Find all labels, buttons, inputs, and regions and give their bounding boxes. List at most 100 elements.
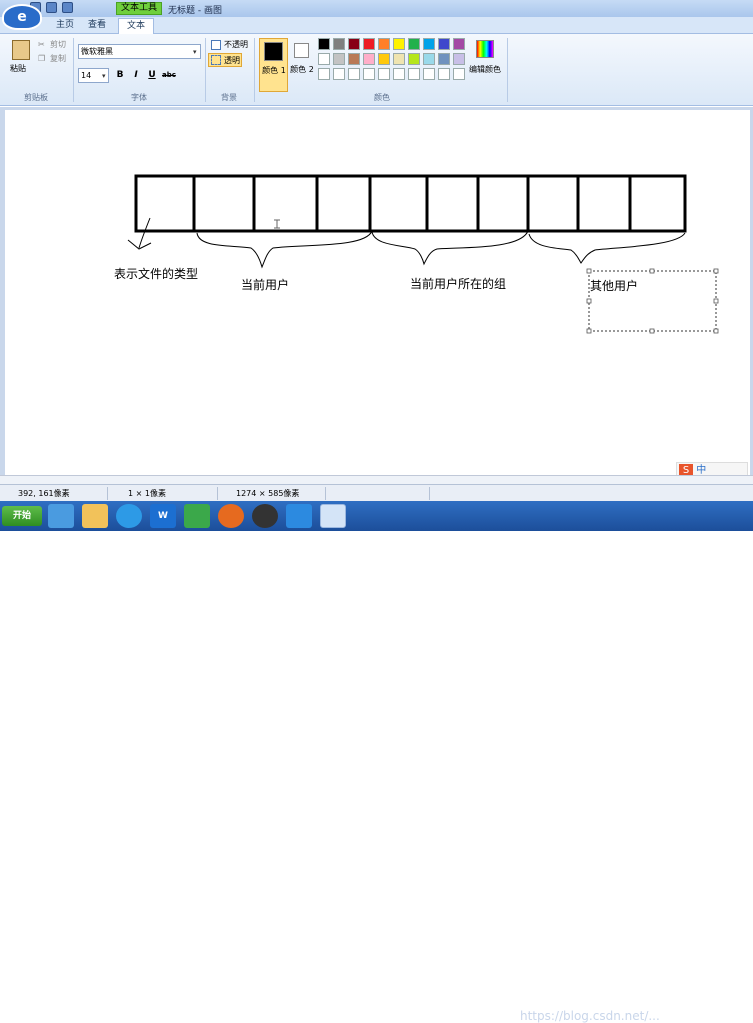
paste-button[interactable]: 粘贴 — [10, 64, 26, 74]
drawing-canvas[interactable]: 表示文件的类型 当前用户 当前用户所在的组 其他用户 — [5, 110, 750, 475]
chevron-down-icon: ▾ — [193, 48, 197, 56]
color-swatch[interactable] — [378, 53, 390, 65]
label-owner: 当前用户 — [241, 278, 290, 292]
clipboard-group-label: 剪贴板 — [24, 93, 48, 102]
group-brace — [371, 230, 529, 266]
opaque-icon — [211, 40, 221, 50]
paint-icon[interactable] — [320, 504, 346, 528]
separator — [205, 38, 206, 102]
color1-swatch — [264, 42, 283, 61]
color-swatch[interactable] — [393, 68, 405, 80]
horizontal-scrollbar[interactable] — [0, 475, 753, 484]
italic-button[interactable]: I — [130, 68, 142, 80]
transparent-icon — [211, 55, 221, 65]
color-swatch[interactable] — [378, 68, 390, 80]
redo-icon[interactable] — [62, 2, 73, 13]
bold-button[interactable]: B — [114, 68, 126, 80]
title-bar: 文本工具 无标题 - 画图 — [0, 0, 753, 17]
editor-icon[interactable] — [184, 504, 210, 528]
label-file-type: 表示文件的类型 — [114, 267, 199, 281]
ribbon-tabs: 主页 查看 文本 — [0, 17, 753, 34]
color-swatch[interactable] — [438, 68, 450, 80]
separator — [507, 38, 508, 102]
tab-home[interactable]: 主页 — [48, 18, 82, 34]
paste-icon[interactable] — [12, 40, 30, 60]
color-swatch[interactable] — [408, 53, 420, 65]
underline-button[interactable]: U — [146, 68, 158, 80]
cursor-position: 392, 161像素 — [4, 487, 108, 500]
color1-label: 颜色 1 — [262, 66, 286, 75]
copy-icon: ❐ — [38, 54, 46, 63]
others-brace — [528, 232, 686, 264]
color-swatch[interactable] — [318, 68, 330, 80]
copy-button[interactable]: 复制 — [50, 54, 66, 64]
taskbar: 开始 W https://blog.csdn.net/... — [0, 501, 753, 1023]
status-empty — [330, 487, 430, 500]
tab-view[interactable]: 查看 — [80, 18, 114, 34]
status-bar: 392, 161像素 1 × 1像素 1274 × 585像素 — [0, 484, 753, 501]
chevron-down-icon: ▾ — [102, 72, 106, 80]
color-swatch[interactable] — [333, 53, 345, 65]
edit-colors-button[interactable]: 编辑颜色 — [469, 65, 501, 75]
color-swatch[interactable] — [393, 38, 405, 50]
font-family-select[interactable]: 微软雅黑 — [78, 44, 201, 59]
color-swatch[interactable] — [363, 53, 375, 65]
color-swatch[interactable] — [333, 38, 345, 50]
file-type-arrow — [138, 217, 151, 249]
color-swatch[interactable] — [423, 38, 435, 50]
text-tools-context-tab: 文本工具 — [116, 2, 163, 15]
start-button[interactable]: 开始 — [2, 506, 42, 526]
color-swatch[interactable] — [348, 38, 360, 50]
owner-brace — [196, 230, 373, 269]
android-icon[interactable] — [252, 504, 278, 528]
colors-group-label: 颜色 — [374, 93, 390, 102]
computer-icon[interactable] — [48, 504, 74, 528]
color-swatch[interactable] — [393, 53, 405, 65]
label-group: 当前用户所在的组 — [410, 277, 507, 291]
color-swatch[interactable] — [408, 38, 420, 50]
color1-button[interactable]: 颜色 1 — [259, 38, 288, 92]
color-swatch[interactable] — [363, 68, 375, 80]
color-swatch[interactable] — [453, 53, 465, 65]
cut-button[interactable]: 剪切 — [50, 40, 66, 50]
undo-icon[interactable] — [46, 2, 57, 13]
color-swatch[interactable] — [348, 53, 360, 65]
color-swatch[interactable] — [348, 68, 360, 80]
color-swatch[interactable] — [318, 53, 330, 65]
folder-icon[interactable] — [82, 504, 108, 528]
firefox-icon[interactable] — [218, 504, 244, 528]
watermark: https://blog.csdn.net/... — [520, 1009, 660, 1023]
separator — [254, 38, 255, 102]
strikethrough-button[interactable]: abc — [161, 68, 176, 80]
app-icon[interactable] — [286, 504, 312, 528]
color-swatch[interactable] — [423, 53, 435, 65]
color-swatch[interactable] — [363, 38, 375, 50]
color-swatch[interactable] — [453, 68, 465, 80]
color-swatch[interactable] — [423, 68, 435, 80]
cut-icon: ✂ — [38, 40, 45, 49]
color-swatch[interactable] — [453, 38, 465, 50]
app-menu-button[interactable]: e — [2, 4, 42, 30]
window-title: 无标题 - 画图 — [168, 6, 222, 16]
color-swatch[interactable] — [378, 38, 390, 50]
color2-swatch — [294, 43, 309, 58]
color-swatch[interactable] — [438, 38, 450, 50]
color-swatch[interactable] — [438, 53, 450, 65]
browser-icon[interactable] — [116, 504, 142, 528]
image-size: 1274 × 585像素 — [222, 487, 326, 500]
color-swatch[interactable] — [408, 68, 420, 80]
transparent-button[interactable]: 透明 — [224, 56, 240, 66]
ibeam-cursor-icon — [274, 219, 280, 229]
font-group-label: 字体 — [131, 93, 147, 102]
separator — [73, 38, 74, 102]
color-swatch[interactable] — [333, 68, 345, 80]
label-others[interactable]: 其他用户 — [590, 277, 638, 294]
ribbon: 粘贴 ✂ 剪切 ❐ 复制 剪贴板 微软雅黑 ▾ 14 ▾ B I U abc 字… — [0, 34, 753, 106]
wps-icon[interactable]: W — [150, 504, 176, 528]
selection-size: 1 × 1像素 — [114, 487, 218, 500]
color-swatch[interactable] — [318, 38, 330, 50]
tab-text[interactable]: 文本 — [118, 18, 155, 34]
opaque-button[interactable]: 不透明 — [224, 40, 248, 50]
color2-label: 颜色 2 — [290, 65, 314, 74]
color2-button[interactable]: 颜色 2 — [290, 38, 314, 92]
